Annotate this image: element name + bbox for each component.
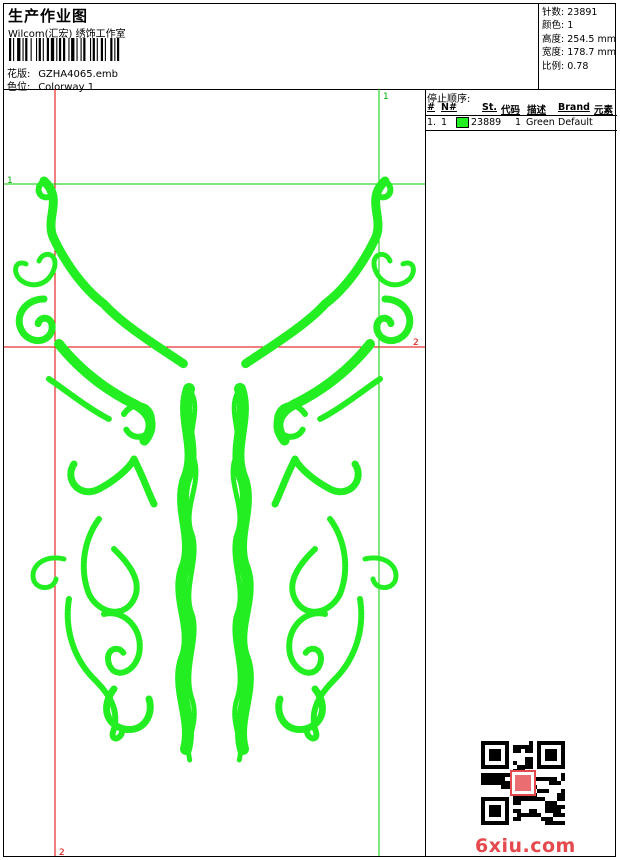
embroidery-center-left-column	[175, 383, 199, 764]
page-title: 生产作业图	[8, 7, 89, 25]
seal-stamp-icon	[515, 775, 531, 791]
guide-label: 1	[7, 176, 13, 186]
embroidery-center-right-column	[230, 383, 254, 764]
col-header-desc: 描述	[527, 105, 547, 116]
stats-panel: 针数: 23891 颜色: 1 高度: 254.5 mm 宽度: 178.7 m…	[538, 4, 617, 89]
embroidery-design: 1 1 2 2	[4, 89, 425, 856]
sheet-header: 生产作业图 Wilcom(汇宏) 绣饰工作室 花版: GZHA4065.emb …	[4, 4, 617, 93]
stat-width: 宽度: 178.7 mm	[542, 47, 616, 59]
thread-color-swatch	[456, 117, 469, 128]
embroidery-right-half	[240, 176, 416, 742]
row-code: 1	[515, 117, 522, 128]
stop-sequence-header: # N# St. 代码 描述 Brand 元素	[425, 102, 617, 116]
embroidery-design-canvas: 1 1 2 2	[4, 89, 426, 856]
stat-scale: 比例: 0.78	[542, 60, 589, 72]
guide-label: 2	[59, 848, 65, 856]
col-header-code: 代码	[501, 105, 521, 116]
embroidery-left-half	[13, 176, 189, 742]
col-header-index: #	[427, 102, 435, 113]
col-header-element: 元素	[594, 105, 614, 116]
row-index: 1.	[427, 117, 437, 128]
col-header-needle: N#	[441, 102, 457, 113]
production-sheet: 生产作业图 Wilcom(汇宏) 绣饰工作室 花版: GZHA4065.emb …	[3, 3, 617, 857]
barcode	[9, 38, 120, 61]
guide-label: 2	[413, 338, 419, 348]
stat-stitches: 针数: 23891	[542, 7, 598, 18]
guide-label: 1	[383, 92, 389, 102]
stat-colors: 颜色: 1	[542, 20, 574, 32]
stop-sequence-panel: 停止顺序: # N# St. 代码 描述 Brand 元素 1. 1 23889…	[425, 89, 617, 857]
row-stitches: 23889	[471, 117, 502, 128]
col-header-stitches: St.	[482, 102, 497, 113]
stat-height: 高度: 254.5 mm	[542, 33, 616, 45]
row-desc: Green	[526, 117, 555, 128]
qr-code	[481, 741, 565, 825]
table-row: 1. 1 23889 1 Green Default	[425, 116, 617, 131]
row-brand: Default	[558, 117, 593, 128]
col-header-brand: Brand	[558, 102, 590, 113]
row-needle: 1	[441, 117, 448, 128]
watermark-logo: 6xiu.com	[475, 835, 576, 857]
